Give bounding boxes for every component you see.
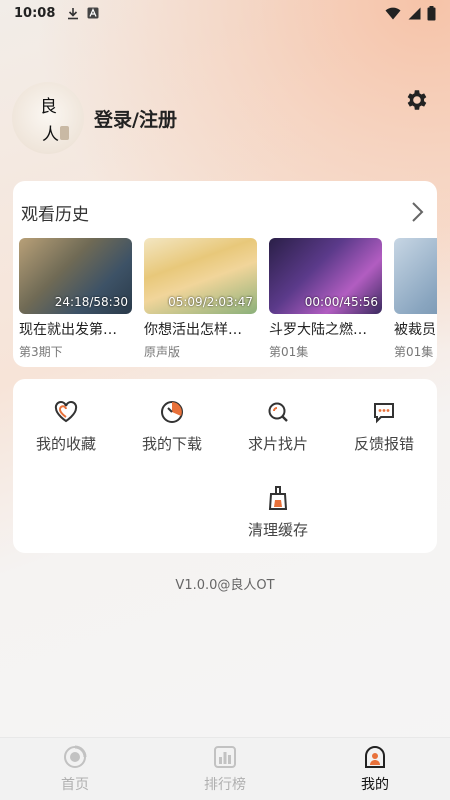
history-item[interactable]: 00:00/45:56 斗罗大陆之燃… 第01集 bbox=[269, 238, 382, 360]
battery-icon bbox=[427, 5, 436, 20]
video-title: 现在就出发第… bbox=[19, 322, 117, 338]
wifi-icon bbox=[385, 7, 401, 20]
history-item[interactable]: 被裁员 第01集 bbox=[394, 238, 437, 360]
chevron-right-icon bbox=[412, 202, 424, 222]
history-more-button[interactable] bbox=[405, 200, 429, 224]
video-episode: 第01集 bbox=[269, 345, 309, 359]
video-title: 被裁员 bbox=[394, 322, 436, 338]
profile-icon bbox=[362, 744, 388, 770]
text-status-icon bbox=[87, 7, 99, 19]
gear-icon bbox=[407, 90, 427, 110]
avatar-char-2: 人 bbox=[42, 125, 59, 145]
video-progress-time: 24:18/58:30 bbox=[54, 295, 128, 309]
home-icon bbox=[62, 744, 88, 770]
profile-header: 良 人 登录/注册 bbox=[12, 82, 177, 154]
watch-history-card: 观看历史 24:18/58:30 现在就出发第… 第3期下 05:09/2:03… bbox=[13, 181, 437, 367]
history-list: 24:18/58:30 现在就出发第… 第3期下 05:09/2:03:47 你… bbox=[19, 238, 437, 360]
video-episode: 第01集 bbox=[394, 345, 434, 359]
feedback-icon bbox=[371, 399, 397, 425]
version-text: V1.0.0@良人OT bbox=[175, 578, 275, 593]
download-icon bbox=[159, 399, 185, 425]
video-thumbnail bbox=[394, 238, 437, 314]
function-menu-card: 我的收藏 我的下载 求片找片 反馈报错 清理缓存 bbox=[13, 379, 437, 553]
history-header[interactable]: 观看历史 bbox=[13, 181, 437, 243]
favorites-button[interactable]: 我的收藏 bbox=[13, 399, 119, 454]
video-progress-time: 05:09/2:03:47 bbox=[168, 295, 253, 309]
avatar-seal bbox=[60, 126, 69, 140]
clear-cache-button[interactable]: 清理缓存 bbox=[225, 485, 331, 540]
app-screen: 10:08 良 人 登录/注册 观看历史 24:18/58:30 现在就出发第…… bbox=[0, 0, 450, 800]
video-thumbnail: 05:09/2:03:47 bbox=[144, 238, 257, 314]
nav-profile[interactable]: 我的 bbox=[300, 738, 450, 800]
status-bar: 10:08 bbox=[0, 0, 450, 26]
broom-icon bbox=[265, 485, 291, 511]
video-progress-time: 00:00/45:56 bbox=[304, 295, 378, 309]
menu-label: 反馈报错 bbox=[353, 435, 414, 453]
menu-label: 我的下载 bbox=[141, 435, 202, 453]
history-item[interactable]: 05:09/2:03:47 你想活出怎样… 原声版 bbox=[144, 238, 257, 360]
downloads-button[interactable]: 我的下载 bbox=[119, 399, 225, 454]
menu-label: 清理缓存 bbox=[247, 521, 308, 539]
settings-button[interactable] bbox=[402, 86, 430, 114]
video-title: 你想活出怎样… bbox=[144, 322, 242, 338]
avatar-char-1: 良 bbox=[40, 97, 57, 117]
ranking-icon bbox=[212, 744, 238, 770]
status-time: 10:08 bbox=[14, 5, 56, 21]
request-film-button[interactable]: 求片找片 bbox=[225, 399, 331, 454]
bottom-navigation: 首页 排行榜 我的 bbox=[0, 737, 450, 800]
video-thumbnail: 00:00/45:56 bbox=[269, 238, 382, 314]
login-register-link[interactable]: 登录/注册 bbox=[94, 105, 177, 132]
menu-label: 我的收藏 bbox=[35, 435, 96, 453]
nav-home[interactable]: 首页 bbox=[0, 738, 150, 800]
history-item[interactable]: 24:18/58:30 现在就出发第… 第3期下 bbox=[19, 238, 132, 360]
history-title: 观看历史 bbox=[21, 204, 89, 225]
nav-ranking[interactable]: 排行榜 bbox=[150, 738, 300, 800]
nav-label: 我的 bbox=[361, 777, 389, 793]
feedback-button[interactable]: 反馈报错 bbox=[331, 399, 437, 454]
nav-label: 排行榜 bbox=[204, 777, 246, 793]
nav-label: 首页 bbox=[61, 777, 89, 793]
video-episode: 第3期下 bbox=[19, 345, 63, 359]
search-film-icon bbox=[265, 399, 291, 425]
video-thumbnail: 24:18/58:30 bbox=[19, 238, 132, 314]
avatar[interactable]: 良 人 bbox=[12, 82, 84, 154]
signal-icon bbox=[408, 7, 421, 19]
menu-label: 求片找片 bbox=[247, 435, 308, 453]
video-episode: 原声版 bbox=[144, 345, 181, 359]
heart-icon bbox=[53, 399, 79, 425]
download-status-icon bbox=[68, 7, 79, 19]
video-title: 斗罗大陆之燃… bbox=[269, 322, 367, 338]
